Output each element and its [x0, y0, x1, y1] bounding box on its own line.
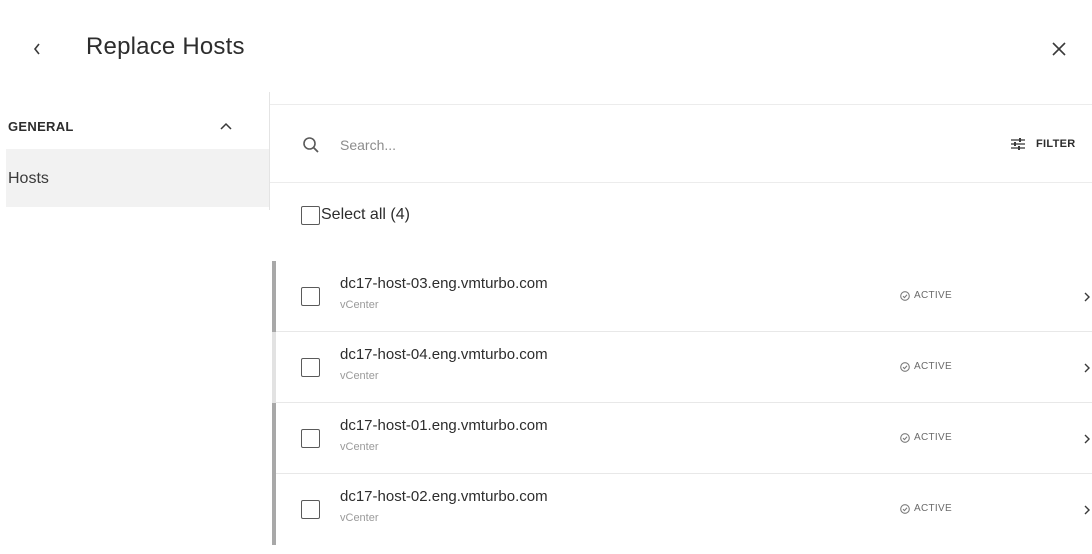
back-button[interactable] [26, 38, 48, 60]
check-circle-icon [900, 432, 910, 443]
chevron-up-icon [220, 122, 232, 130]
host-row[interactable]: dc17-host-02.eng.vmturbo.com vCenter ACT… [272, 474, 1092, 545]
status-text: ACTIVE [914, 290, 952, 301]
row-checkbox[interactable] [301, 500, 320, 519]
host-source: vCenter [340, 512, 379, 524]
host-name: dc17-host-04.eng.vmturbo.com [340, 346, 548, 363]
host-row[interactable]: dc17-host-04.eng.vmturbo.com vCenter ACT… [272, 332, 1092, 403]
select-all-checkbox[interactable]: Select all (4) [301, 203, 410, 227]
sidebar: GENERAL Hosts [0, 92, 270, 554]
sliders-icon [1011, 138, 1025, 150]
host-name: dc17-host-02.eng.vmturbo.com [340, 488, 548, 505]
status-badge: ACTIVE [900, 503, 952, 514]
host-source: vCenter [340, 299, 379, 311]
status-text: ACTIVE [914, 361, 952, 372]
close-button[interactable] [1048, 38, 1070, 60]
host-source: vCenter [340, 370, 379, 382]
chevron-right-icon[interactable] [1082, 503, 1092, 517]
sidebar-item-hosts[interactable]: Hosts [6, 149, 270, 207]
status-badge: ACTIVE [900, 290, 952, 301]
general-section-toggle[interactable]: GENERAL [0, 107, 270, 147]
chevron-right-icon[interactable] [1082, 290, 1092, 304]
search-input[interactable] [340, 130, 860, 160]
chevron-right-icon[interactable] [1082, 361, 1092, 375]
search-bar: FILTER [270, 105, 1092, 182]
row-checkbox[interactable] [301, 429, 320, 448]
host-source: vCenter [340, 441, 379, 453]
status-badge: ACTIVE [900, 432, 952, 443]
chevron-left-icon [33, 43, 40, 55]
row-accent [272, 474, 276, 545]
host-name: dc17-host-03.eng.vmturbo.com [340, 275, 548, 292]
filter-label: FILTER [1036, 138, 1076, 150]
search-icon [303, 137, 319, 153]
host-row[interactable]: dc17-host-03.eng.vmturbo.com vCenter ACT… [272, 261, 1092, 332]
check-circle-icon [900, 361, 910, 372]
row-accent [272, 332, 276, 403]
host-name: dc17-host-01.eng.vmturbo.com [340, 417, 548, 434]
check-circle-icon [900, 503, 910, 514]
close-icon [1052, 42, 1066, 56]
divider [270, 182, 1092, 183]
row-checkbox[interactable] [301, 358, 320, 377]
checkbox[interactable] [301, 205, 320, 225]
status-text: ACTIVE [914, 432, 952, 443]
select-all-label: Select all (4) [321, 206, 410, 223]
row-accent [272, 403, 276, 474]
section-label: GENERAL [8, 119, 74, 134]
replace-hosts-dialog: Replace Hosts GENERAL Hosts Search... FI… [0, 0, 1092, 554]
host-row[interactable]: dc17-host-01.eng.vmturbo.com vCenter ACT… [272, 403, 1092, 474]
check-circle-icon [900, 290, 910, 301]
filter-button[interactable]: FILTER [1010, 133, 1075, 155]
sidebar-item-label: Hosts [8, 170, 49, 187]
page-title: Replace Hosts [86, 33, 245, 60]
status-text: ACTIVE [914, 503, 952, 514]
status-badge: ACTIVE [900, 361, 952, 372]
chevron-right-icon[interactable] [1082, 432, 1092, 446]
row-checkbox[interactable] [301, 287, 320, 306]
row-accent [272, 261, 276, 332]
